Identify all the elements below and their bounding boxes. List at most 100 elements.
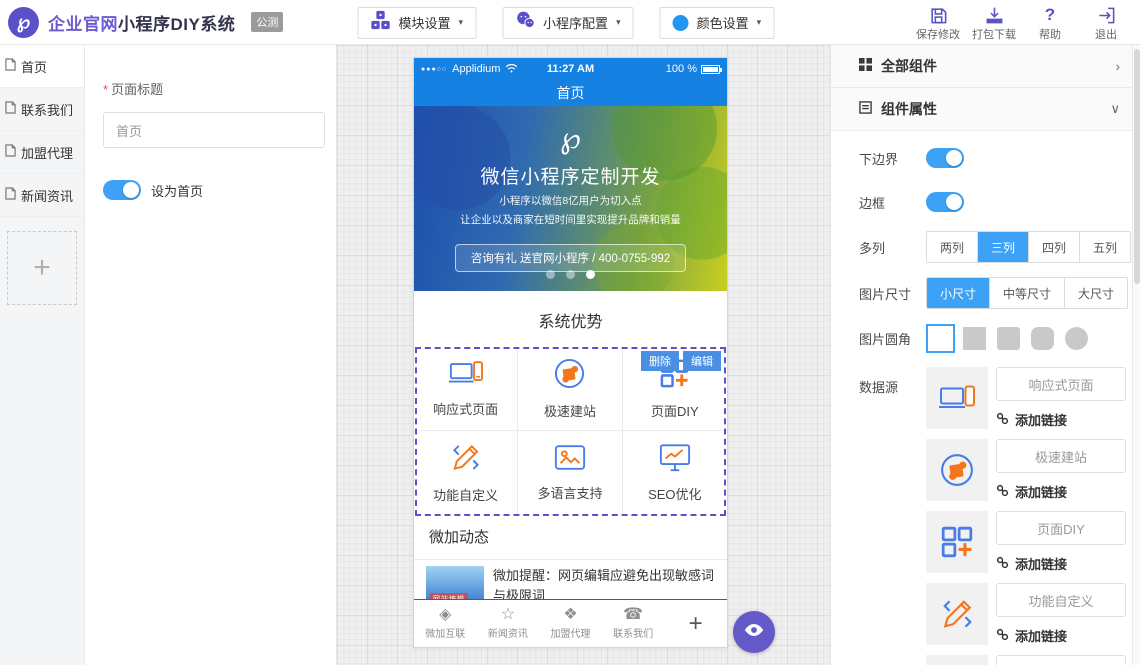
add-link-button[interactable]: 添加链接: [996, 482, 1126, 501]
pages-sidebar: 首页 联系我们 加盟代理 新闻资讯 +: [0, 45, 85, 665]
eye-icon: [743, 619, 765, 646]
border-toggle[interactable]: [926, 192, 964, 212]
link-icon: [996, 412, 1009, 428]
image-icon: [554, 444, 586, 476]
size-medium[interactable]: 中等尺寸: [990, 278, 1065, 308]
app-title-rest: 小程序DIY系统: [118, 15, 235, 34]
page-item-label: 加盟代理: [21, 143, 73, 162]
feature-responsive[interactable]: 响应式页面: [414, 348, 518, 431]
page-title-label: *页面标题: [103, 79, 318, 98]
miniprogram-icon: [515, 10, 535, 35]
datasource-name-input[interactable]: [996, 511, 1126, 545]
component-properties-header[interactable]: 组件属性 ∨: [831, 88, 1132, 131]
link-icon: [996, 484, 1009, 500]
scrollbar[interactable]: [1132, 45, 1140, 665]
radius-option-0[interactable]: [960, 324, 989, 353]
miniprogram-config-dropdown[interactable]: 小程序配置 ▾: [502, 7, 634, 39]
set-home-label: 设为首页: [151, 181, 203, 200]
exit-button[interactable]: 退出: [1080, 5, 1132, 42]
workspace: 首页 联系我们 加盟代理 新闻资讯 + *页面标题 设为首页: [0, 45, 1140, 665]
tab-news[interactable]: ☆ 新闻资讯: [477, 600, 540, 647]
feature-grid[interactable]: 响应式页面 极速建站 页面DIY 功能自定义 多语言支持: [414, 348, 727, 514]
pencil-icon: [450, 442, 481, 478]
help-button[interactable]: ? 帮助: [1024, 5, 1076, 42]
feature-fast-build[interactable]: 极速建站: [518, 348, 622, 431]
feature-seo[interactable]: SEO优化: [623, 431, 727, 514]
datasource-name-input[interactable]: [996, 583, 1126, 617]
tab-contact[interactable]: ☎ 联系我们: [602, 600, 665, 647]
sidebar-page-agent[interactable]: 加盟代理: [0, 131, 84, 174]
size-large[interactable]: 大尺寸: [1065, 278, 1127, 308]
sidebar-page-home[interactable]: 首页: [0, 45, 84, 88]
columns-option-5[interactable]: 五列: [1080, 232, 1130, 262]
add-link-button[interactable]: 添加链接: [996, 626, 1126, 645]
columns-option-2[interactable]: 两列: [927, 232, 978, 262]
modules-settings-dropdown[interactable]: 模块设置 ▾: [358, 7, 477, 39]
image-size-segmented-control: 小尺寸 中等尺寸 大尺寸: [926, 277, 1128, 309]
preview-button[interactable]: [733, 611, 775, 653]
header-actions: 保存修改 打包下载 ? 帮助 退出: [912, 0, 1132, 45]
delete-button[interactable]: 删除: [641, 351, 679, 371]
scrollbar-thumb[interactable]: [1134, 49, 1140, 284]
datasource-item: 添加链接: [926, 439, 1126, 501]
header-dropdowns: 模块设置 ▾ 小程序配置 ▾ 颜色设置 ▾: [358, 0, 775, 45]
save-button[interactable]: 保存修改: [912, 5, 964, 42]
edit-button[interactable]: 编辑: [683, 351, 721, 371]
set-home-toggle[interactable]: [103, 180, 141, 200]
add-link-button[interactable]: 添加链接: [996, 554, 1126, 573]
radius-options: [926, 324, 1091, 353]
exit-label: 退出: [1095, 26, 1117, 42]
columns-option-4[interactable]: 四列: [1029, 232, 1080, 262]
datasource-items: 添加链接 添加链接: [926, 367, 1126, 665]
news-thumbnail: 网站编辑: [426, 566, 484, 601]
feature-custom[interactable]: 功能自定义: [414, 431, 518, 514]
hero-banner[interactable]: ℘ 微信小程序定制开发 小程序以微信8亿用户为切入点 让企业以及商家在短时间里实…: [414, 106, 727, 291]
add-page-button[interactable]: +: [7, 231, 77, 305]
tab-agent[interactable]: ❖ 加盟代理: [539, 600, 602, 647]
color-settings-dropdown[interactable]: 颜色设置 ▾: [660, 7, 775, 39]
hero-subtitle-1: 小程序以微信8亿用户为切入点: [414, 193, 727, 208]
datasource-name-input[interactable]: [996, 655, 1126, 665]
hero-promo-pill: 咨询有礼 送官网小程序 / 400-0755-992: [455, 244, 686, 272]
wifi-icon: [505, 63, 518, 76]
responsive-icon: [926, 367, 988, 429]
radius-option-circle[interactable]: [1062, 324, 1091, 353]
caret-down-icon: ▾: [459, 17, 464, 28]
download-icon: [985, 5, 1004, 25]
feature-multilang[interactable]: 多语言支持: [518, 431, 622, 514]
caret-down-icon: ▾: [616, 17, 621, 28]
columns-option-3-selected[interactable]: 三列: [978, 232, 1029, 262]
page-title-input[interactable]: [103, 112, 325, 148]
all-components-header[interactable]: 全部组件 ›: [831, 45, 1132, 88]
sidebar-page-contact[interactable]: 联系我们: [0, 88, 84, 131]
radius-option-square-selected[interactable]: [926, 324, 955, 353]
hero-title: 微信小程序定制开发: [414, 162, 727, 189]
page-doc-icon: [5, 187, 16, 203]
pencil-icon: [926, 583, 988, 645]
tab-home[interactable]: ◈ 微加互联: [414, 600, 477, 647]
color-dot-icon: [673, 15, 689, 31]
size-small-selected[interactable]: 小尺寸: [927, 278, 990, 308]
radius-option-large[interactable]: [1028, 324, 1057, 353]
save-icon: [929, 5, 948, 25]
page-settings-panel: *页面标题 设为首页: [85, 45, 337, 665]
news-list-item[interactable]: 网站编辑 微加提醒：网页编辑应避免出现敏感词与极限词: [414, 560, 727, 601]
phone-status-bar: ●●●○○ Applidium 11:27 AM 100 %: [414, 58, 727, 80]
app-logo-icon: ℘: [8, 7, 39, 38]
phone-nav-bar: 首页: [414, 80, 727, 106]
carousel-dot: [546, 270, 555, 279]
datasource-name-input[interactable]: [996, 439, 1126, 473]
download-button[interactable]: 打包下载: [968, 5, 1020, 42]
radius-option-small[interactable]: [994, 324, 1023, 353]
inspector-body: 下边界 边框 多列 两列 三列 四列 五列 图片尺寸 小尺寸: [831, 131, 1132, 665]
star-icon: ☆: [501, 607, 515, 623]
puzzle-icon: [926, 439, 988, 501]
sidebar-page-news[interactable]: 新闻资讯: [0, 174, 84, 217]
modules-settings-label: 模块设置: [399, 13, 451, 32]
bottom-border-toggle[interactable]: [926, 148, 964, 168]
add-link-button[interactable]: 添加链接: [996, 410, 1126, 429]
hero-subtitle-2: 让企业以及商家在短时间里实现提升品牌和销量: [414, 212, 727, 227]
tab-add-button[interactable]: +: [664, 600, 727, 647]
datasource-name-input[interactable]: [996, 367, 1126, 401]
clock-label: 11:27 AM: [547, 63, 594, 75]
